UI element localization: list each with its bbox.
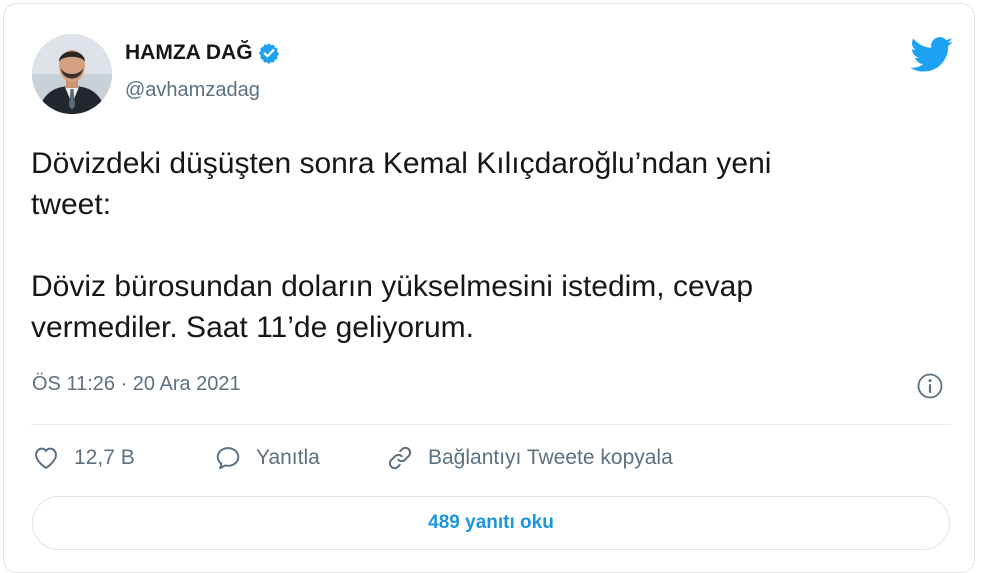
verified-badge-icon	[258, 43, 279, 64]
heart-icon	[35, 447, 57, 469]
reply-label: Yanıtla	[256, 446, 320, 469]
avatar[interactable]	[32, 34, 112, 114]
read-replies-button[interactable]: 489 yanıtı oku	[32, 496, 950, 550]
link-icon	[388, 446, 412, 470]
author-name-text: HAMZA DAĞ	[125, 41, 253, 64]
twitter-bird-icon[interactable]	[910, 37, 954, 73]
author-handle[interactable]: @avhamzadag	[125, 79, 260, 102]
avatar-photo	[32, 34, 112, 114]
tweet-card: HAMZA DAĞ @avhamzadag Dövizdeki düşüşten…	[3, 3, 975, 573]
reply-button[interactable]: Yanıtla	[214, 444, 320, 472]
like-button[interactable]: 12,7 B	[32, 444, 135, 472]
copy-link-button[interactable]: Bağlantıyı Tweete kopyala	[386, 444, 673, 472]
like-count: 12,7 B	[74, 446, 135, 469]
speech-bubble-icon	[216, 447, 240, 470]
read-replies-label: 489 yanıtı oku	[428, 512, 554, 533]
author-name[interactable]: HAMZA DAĞ	[125, 41, 280, 65]
tweet-timestamp[interactable]: ÖS 11:26 · 20 Ara 2021	[32, 373, 241, 396]
info-icon[interactable]	[916, 372, 944, 400]
copy-link-label: Bağlantıyı Tweete kopyala	[428, 446, 673, 469]
divider	[31, 424, 951, 425]
tweet-text: Dövizdeki düşüşten sonra Kemal Kılıçdaro…	[31, 147, 772, 344]
